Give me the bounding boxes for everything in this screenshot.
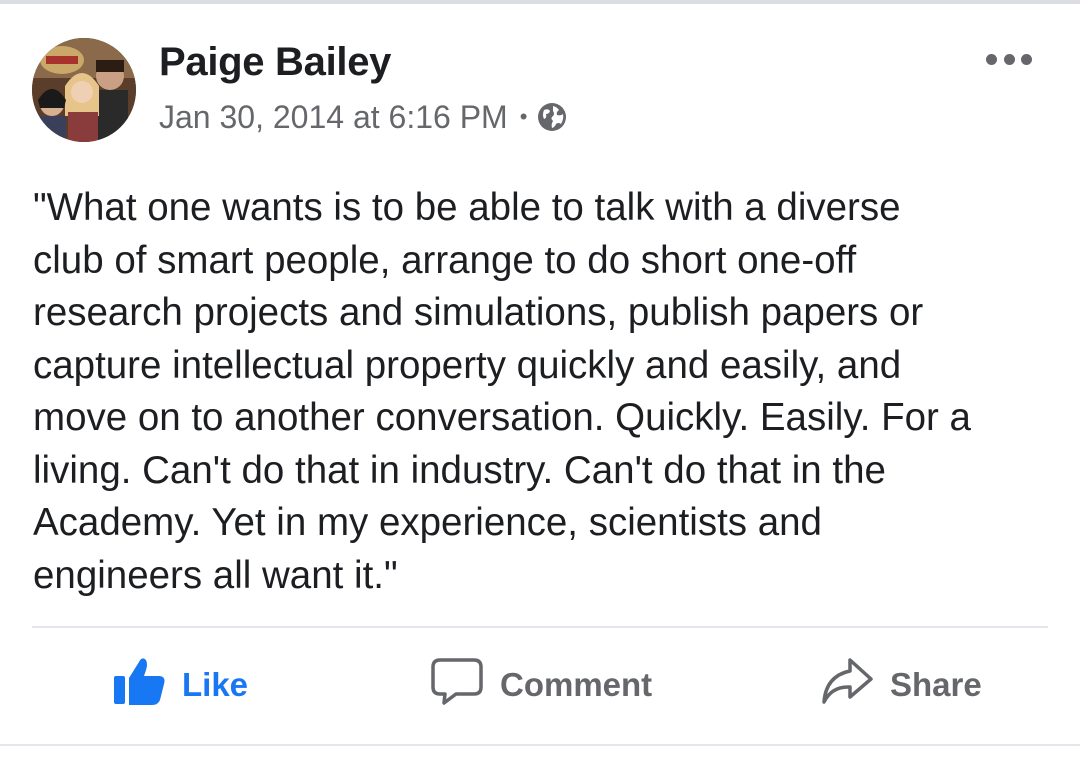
bottom-border bbox=[0, 744, 1080, 773]
more-dot bbox=[1003, 53, 1015, 65]
post-text: "What one wants is to be able to talk wi… bbox=[33, 186, 971, 597]
divider bbox=[32, 626, 1048, 628]
avatar[interactable] bbox=[32, 38, 136, 142]
share-label: Share bbox=[890, 666, 982, 703]
share-button[interactable]: Share bbox=[820, 654, 982, 716]
meta-separator: • bbox=[519, 104, 528, 129]
like-button[interactable]: Like bbox=[112, 654, 248, 716]
post-timestamp[interactable]: Jan 30, 2014 at 6:16 PM bbox=[159, 99, 508, 136]
thumbs-up-icon bbox=[112, 656, 166, 714]
comment-button[interactable]: Comment bbox=[430, 654, 652, 716]
globe-icon[interactable] bbox=[537, 102, 567, 132]
more-dot bbox=[986, 53, 997, 65]
more-options-icon[interactable] bbox=[986, 46, 1032, 72]
post-meta: Jan 30, 2014 at 6:16 PM • bbox=[159, 97, 567, 137]
avatar-photo bbox=[32, 38, 136, 142]
comment-bubble-icon bbox=[430, 656, 484, 714]
comment-label: Comment bbox=[500, 666, 653, 703]
post-card: Paige Bailey Jan 30, 2014 at 6:16 PM • "… bbox=[0, 4, 1080, 744]
more-dot bbox=[1021, 53, 1032, 65]
author-name[interactable]: Paige Bailey bbox=[159, 40, 391, 85]
share-arrow-icon bbox=[820, 656, 874, 714]
action-bar: Like Comment Share bbox=[0, 634, 1080, 739]
like-label: Like bbox=[182, 666, 249, 703]
